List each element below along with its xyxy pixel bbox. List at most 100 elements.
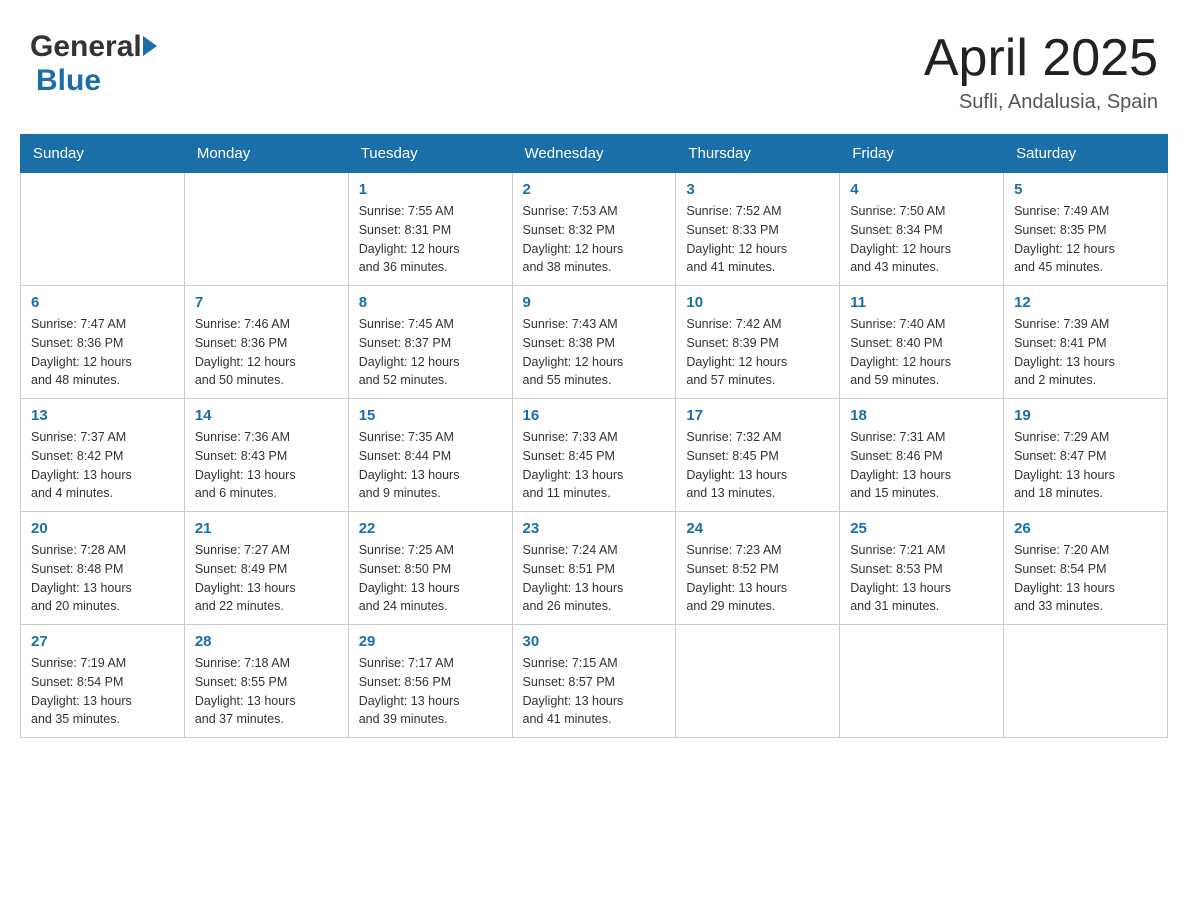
calendar-cell: 18 Sunrise: 7:31 AM Sunset: 8:46 PM Dayli… (840, 399, 1004, 512)
calendar-cell: 28 Sunrise: 7:18 AM Sunset: 8:55 PM Dayli… (184, 625, 348, 738)
day-number: 11 (850, 294, 993, 311)
day-number: 8 (359, 294, 502, 311)
day-info: Sunrise: 7:23 AM Sunset: 8:52 PM Dayligh… (686, 541, 829, 616)
day-info: Sunrise: 7:49 AM Sunset: 8:35 PM Dayligh… (1014, 202, 1157, 277)
day-number: 25 (850, 520, 993, 537)
col-header-saturday: Saturday (1004, 135, 1168, 173)
day-number: 10 (686, 294, 829, 311)
calendar-cell: 6Sunrise: 7:47 AM Sunset: 8:36 PM Daylig… (21, 286, 185, 399)
day-number: 29 (359, 633, 502, 650)
day-info: Sunrise: 7:32 AM Sunset: 8:45 PM Dayligh… (686, 428, 829, 503)
day-info: Sunrise: 7:35 AM Sunset: 8:44 PM Dayligh… (359, 428, 502, 503)
day-number: 14 (195, 407, 338, 424)
calendar-cell: 2Sunrise: 7:53 AM Sunset: 8:32 PM Daylig… (512, 173, 676, 286)
day-number: 24 (686, 520, 829, 537)
page-header: General Blue April 2025 Sufli, Andalusia… (20, 20, 1168, 114)
day-number: 19 (1014, 407, 1157, 424)
logo: General Blue (30, 30, 157, 98)
day-info: Sunrise: 7:43 AM Sunset: 8:38 PM Dayligh… (523, 315, 666, 390)
day-info: Sunrise: 7:28 AM Sunset: 8:48 PM Dayligh… (31, 541, 174, 616)
day-info: Sunrise: 7:15 AM Sunset: 8:57 PM Dayligh… (523, 654, 666, 729)
day-info: Sunrise: 7:31 AM Sunset: 8:46 PM Dayligh… (850, 428, 993, 503)
day-info: Sunrise: 7:46 AM Sunset: 8:36 PM Dayligh… (195, 315, 338, 390)
day-info: Sunrise: 7:50 AM Sunset: 8:34 PM Dayligh… (850, 202, 993, 277)
day-info: Sunrise: 7:24 AM Sunset: 8:51 PM Dayligh… (523, 541, 666, 616)
day-number: 3 (686, 181, 829, 198)
calendar-cell: 29 Sunrise: 7:17 AM Sunset: 8:56 PM Dayli… (348, 625, 512, 738)
day-info: Sunrise: 7:47 AM Sunset: 8:36 PM Dayligh… (31, 315, 174, 390)
calendar-cell (1004, 625, 1168, 738)
calendar-cell: 8 Sunrise: 7:45 AM Sunset: 8:37 PM Daylig… (348, 286, 512, 399)
day-number: 15 (359, 407, 502, 424)
day-number: 9 (523, 294, 666, 311)
calendar-cell: 1 Sunrise: 7:55 AM Sunset: 8:31 PM Daylig… (348, 173, 512, 286)
day-number: 23 (523, 520, 666, 537)
day-info: Sunrise: 7:18 AM Sunset: 8:55 PM Dayligh… (195, 654, 338, 729)
day-number: 13 (31, 407, 174, 424)
calendar-cell: 23 Sunrise: 7:24 AM Sunset: 8:51 PM Dayli… (512, 512, 676, 625)
day-number: 2 (523, 181, 666, 198)
calendar-cell: 3 Sunrise: 7:52 AM Sunset: 8:33 PM Daylig… (676, 173, 840, 286)
logo-arrow-icon (143, 36, 157, 56)
day-number: 5 (1014, 181, 1157, 198)
calendar-cell (184, 173, 348, 286)
calendar-cell (840, 625, 1004, 738)
calendar-table: SundayMondayTuesdayWednesdayThursdayFrid… (20, 134, 1168, 738)
week-row-1: 1 Sunrise: 7:55 AM Sunset: 8:31 PM Daylig… (21, 173, 1168, 286)
day-info: Sunrise: 7:19 AM Sunset: 8:54 PM Dayligh… (31, 654, 174, 729)
logo-blue-text: Blue (36, 64, 101, 97)
day-number: 21 (195, 520, 338, 537)
day-number: 1 (359, 181, 502, 198)
col-header-tuesday: Tuesday (348, 135, 512, 173)
col-header-sunday: Sunday (21, 135, 185, 173)
day-info: Sunrise: 7:33 AM Sunset: 8:45 PM Dayligh… (523, 428, 666, 503)
day-number: 22 (359, 520, 502, 537)
day-info: Sunrise: 7:52 AM Sunset: 8:33 PM Dayligh… (686, 202, 829, 277)
calendar-cell: 26Sunrise: 7:20 AM Sunset: 8:54 PM Dayli… (1004, 512, 1168, 625)
day-info: Sunrise: 7:25 AM Sunset: 8:50 PM Dayligh… (359, 541, 502, 616)
day-info: Sunrise: 7:42 AM Sunset: 8:39 PM Dayligh… (686, 315, 829, 390)
calendar-cell: 15 Sunrise: 7:35 AM Sunset: 8:44 PM Dayli… (348, 399, 512, 512)
calendar-cell (676, 625, 840, 738)
calendar-cell: 16Sunrise: 7:33 AM Sunset: 8:45 PM Dayli… (512, 399, 676, 512)
day-info: Sunrise: 7:55 AM Sunset: 8:31 PM Dayligh… (359, 202, 502, 277)
day-info: Sunrise: 7:29 AM Sunset: 8:47 PM Dayligh… (1014, 428, 1157, 503)
calendar-location: Sufli, Andalusia, Spain (924, 91, 1158, 114)
calendar-cell: 27 Sunrise: 7:19 AM Sunset: 8:54 PM Dayli… (21, 625, 185, 738)
col-header-monday: Monday (184, 135, 348, 173)
week-row-3: 13 Sunrise: 7:37 AM Sunset: 8:42 PM Dayli… (21, 399, 1168, 512)
calendar-cell: 7 Sunrise: 7:46 AM Sunset: 8:36 PM Daylig… (184, 286, 348, 399)
day-number: 18 (850, 407, 993, 424)
calendar-cell: 14 Sunrise: 7:36 AM Sunset: 8:43 PM Dayli… (184, 399, 348, 512)
calendar-cell: 10 Sunrise: 7:42 AM Sunset: 8:39 PM Dayli… (676, 286, 840, 399)
week-row-4: 20Sunrise: 7:28 AM Sunset: 8:48 PM Dayli… (21, 512, 1168, 625)
calendar-cell: 22 Sunrise: 7:25 AM Sunset: 8:50 PM Dayli… (348, 512, 512, 625)
col-header-wednesday: Wednesday (512, 135, 676, 173)
calendar-cell (21, 173, 185, 286)
calendar-cell: 5 Sunrise: 7:49 AM Sunset: 8:35 PM Daylig… (1004, 173, 1168, 286)
calendar-cell: 12Sunrise: 7:39 AM Sunset: 8:41 PM Dayli… (1004, 286, 1168, 399)
title-block: April 2025 Sufli, Andalusia, Spain (924, 30, 1158, 114)
day-info: Sunrise: 7:37 AM Sunset: 8:42 PM Dayligh… (31, 428, 174, 503)
col-header-thursday: Thursday (676, 135, 840, 173)
day-number: 28 (195, 633, 338, 650)
day-info: Sunrise: 7:36 AM Sunset: 8:43 PM Dayligh… (195, 428, 338, 503)
day-info: Sunrise: 7:40 AM Sunset: 8:40 PM Dayligh… (850, 315, 993, 390)
calendar-cell: 25Sunrise: 7:21 AM Sunset: 8:53 PM Dayli… (840, 512, 1004, 625)
day-number: 17 (686, 407, 829, 424)
day-number: 27 (31, 633, 174, 650)
day-info: Sunrise: 7:20 AM Sunset: 8:54 PM Dayligh… (1014, 541, 1157, 616)
logo-general-text: General (30, 30, 142, 64)
day-number: 4 (850, 181, 993, 198)
day-info: Sunrise: 7:45 AM Sunset: 8:37 PM Dayligh… (359, 315, 502, 390)
day-info: Sunrise: 7:27 AM Sunset: 8:49 PM Dayligh… (195, 541, 338, 616)
week-row-5: 27 Sunrise: 7:19 AM Sunset: 8:54 PM Dayli… (21, 625, 1168, 738)
day-info: Sunrise: 7:17 AM Sunset: 8:56 PM Dayligh… (359, 654, 502, 729)
calendar-cell: 17 Sunrise: 7:32 AM Sunset: 8:45 PM Dayli… (676, 399, 840, 512)
calendar-cell: 11 Sunrise: 7:40 AM Sunset: 8:40 PM Dayli… (840, 286, 1004, 399)
day-number: 7 (195, 294, 338, 311)
calendar-cell: 24 Sunrise: 7:23 AM Sunset: 8:52 PM Dayli… (676, 512, 840, 625)
calendar-title: April 2025 (924, 30, 1158, 87)
calendar-cell: 13 Sunrise: 7:37 AM Sunset: 8:42 PM Dayli… (21, 399, 185, 512)
calendar-cell: 19 Sunrise: 7:29 AM Sunset: 8:47 PM Dayli… (1004, 399, 1168, 512)
